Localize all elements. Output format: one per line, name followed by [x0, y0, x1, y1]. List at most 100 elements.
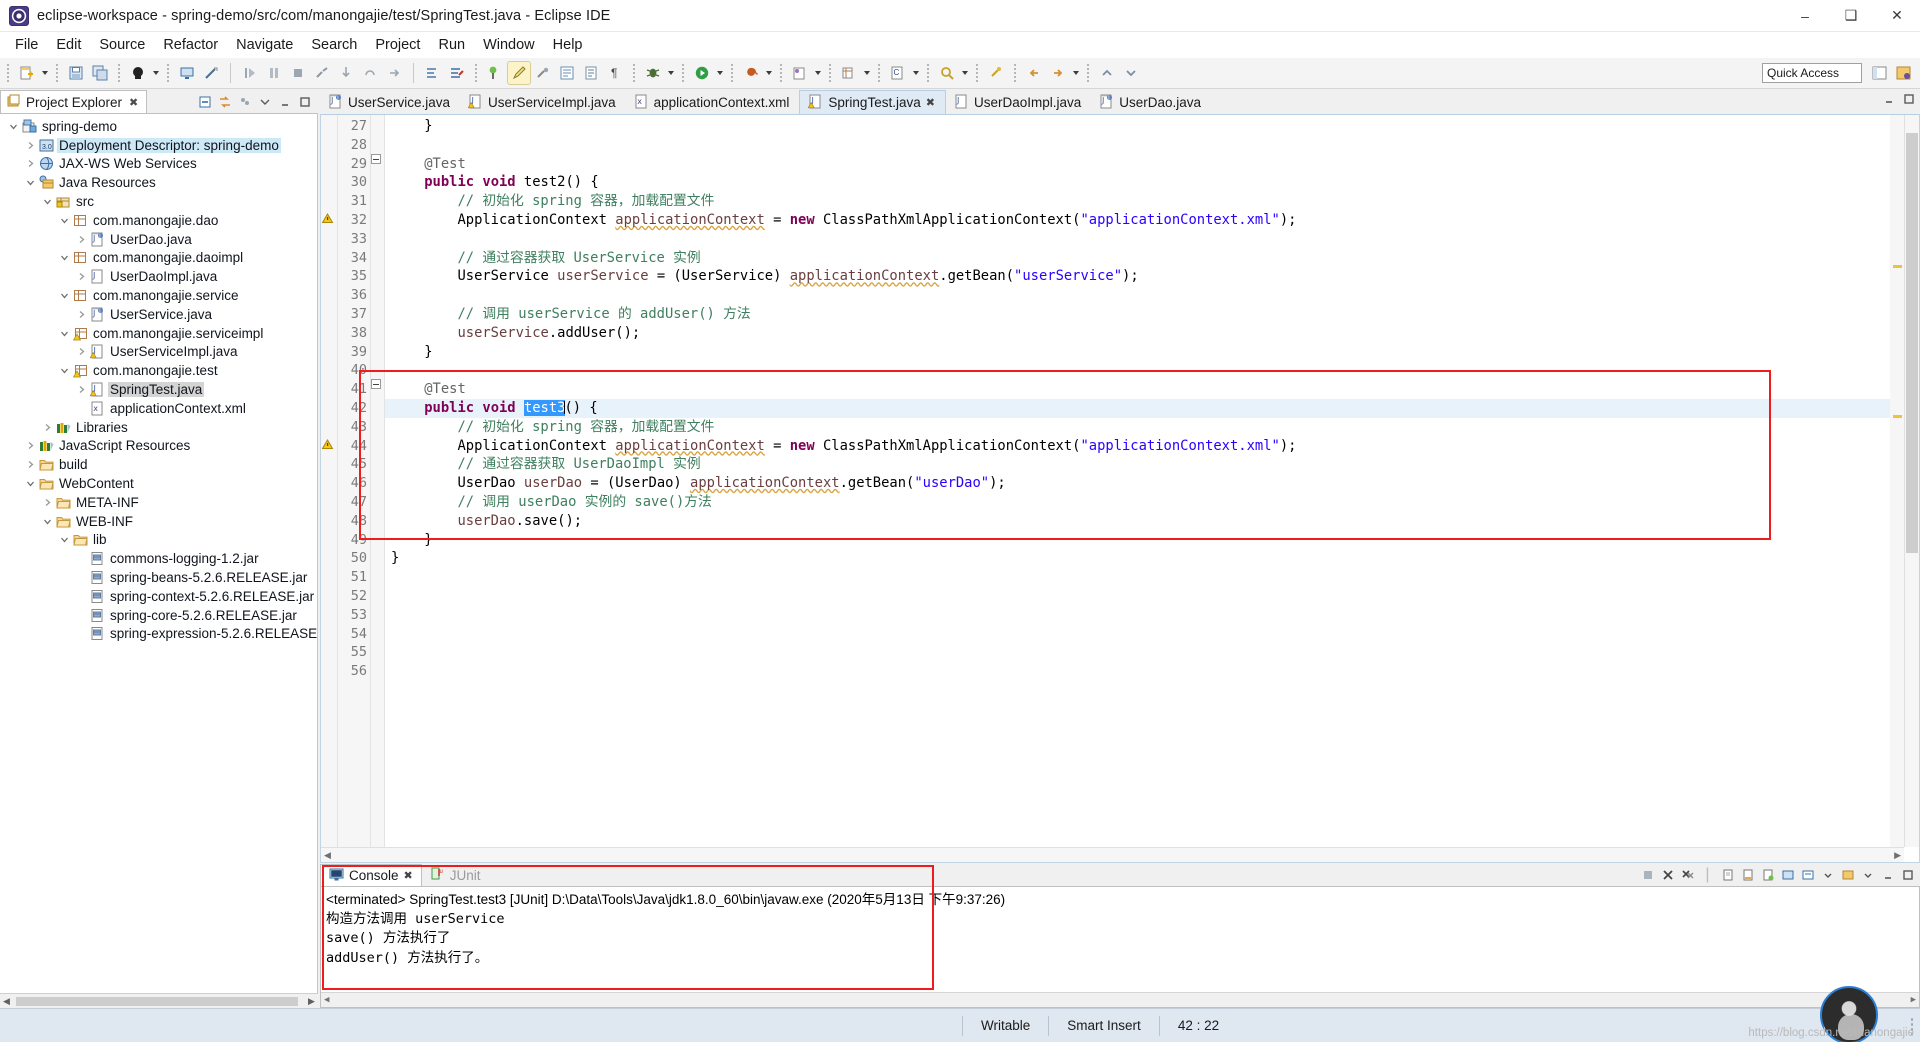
tree-item[interactable]: spring-core-5.2.6.RELEASE.jar: [0, 606, 317, 625]
menu-help[interactable]: Help: [544, 35, 592, 55]
menu-search[interactable]: Search: [302, 35, 366, 55]
code-line[interactable]: }: [385, 549, 1919, 568]
menu-navigate[interactable]: Navigate: [227, 35, 302, 55]
tree-item[interactable]: commons-logging-1.2.jar: [0, 549, 317, 568]
code-line[interactable]: // 初始化 spring 容器，加载配置文件: [385, 418, 1919, 437]
menu-source[interactable]: Source: [90, 35, 154, 55]
code-line[interactable]: }: [385, 343, 1919, 362]
console-horizontal-scrollbar[interactable]: ◀ ▶: [321, 992, 1919, 1007]
tree-item[interactable]: com.manongajie.serviceimpl: [0, 324, 317, 343]
scroll-left-icon[interactable]: ◀: [324, 850, 331, 861]
next-annotation-icon[interactable]: [1096, 62, 1118, 84]
code-line[interactable]: [385, 286, 1919, 305]
menu-run[interactable]: Run: [429, 35, 474, 55]
editor-vscroll-thumb[interactable]: [1906, 133, 1918, 553]
open-declaration-icon[interactable]: [580, 62, 602, 84]
fold-toggle[interactable]: [371, 153, 384, 172]
scroll-right-icon[interactable]: ▶: [305, 996, 318, 1007]
chevron-right-icon[interactable]: [74, 385, 89, 394]
step-over-icon[interactable]: [359, 62, 381, 84]
tree-item[interactable]: com.manongajie.daoimpl: [0, 249, 317, 268]
run-external-tools-icon[interactable]: [740, 62, 762, 84]
tree-item[interactable]: lib: [0, 531, 317, 550]
code-line[interactable]: // 通过容器获取 UserService 实例: [385, 249, 1919, 268]
source-editor[interactable]: 27 28 29 30 31 32 33 34 35 36 37 38 39 40 41 42 43 44 45 46…: [320, 114, 1920, 863]
code-line[interactable]: userService.addUser();: [385, 324, 1919, 343]
new-java-project-icon[interactable]: [789, 62, 811, 84]
tree-item[interactable]: com.manongajie.service: [0, 286, 317, 305]
remove-launch-icon[interactable]: [1659, 866, 1676, 883]
scroll-right-icon[interactable]: ▶: [1894, 850, 1901, 861]
overview-ruler[interactable]: [1890, 115, 1904, 862]
code-line[interactable]: [385, 643, 1919, 662]
code-line[interactable]: userDao.save();: [385, 512, 1919, 531]
step-into-icon[interactable]: [335, 62, 357, 84]
tree-item[interactable]: com.manongajie.dao: [0, 211, 317, 230]
pin-icon[interactable]: [484, 62, 506, 84]
code-line[interactable]: // 调用 userDao 实例的 save()方法: [385, 493, 1919, 512]
code-line[interactable]: [385, 568, 1919, 587]
tree-item[interactable]: J UserDaoImpl.java: [0, 267, 317, 286]
chevron-right-icon[interactable]: [74, 310, 89, 319]
run-dropdown-icon[interactable]: [714, 62, 725, 84]
run-icon[interactable]: [691, 62, 713, 84]
menu-window[interactable]: Window: [474, 35, 544, 55]
new-class-icon[interactable]: C: [887, 62, 909, 84]
new-wizard-icon[interactable]: [16, 62, 38, 84]
tree-item[interactable]: JavaScript Resources: [0, 437, 317, 456]
project-tree[interactable]: spring-demo 3.0 Deployment Descriptor: spr…: [0, 113, 318, 993]
console-dropdown-icon[interactable]: [1819, 866, 1836, 883]
maximize-button[interactable]: ❑: [1828, 0, 1874, 32]
tree-item[interactable]: WEB-INF: [0, 512, 317, 531]
tree-item[interactable]: Libraries: [0, 418, 317, 437]
tree-item[interactable]: spring-beans-5.2.6.RELEASE.jar: [0, 568, 317, 587]
new-java-project-dropdown-icon[interactable]: [812, 62, 823, 84]
open-task-icon[interactable]: [446, 62, 468, 84]
maximize-editor-icon[interactable]: [1902, 92, 1916, 111]
link-with-editor-icon[interactable]: [216, 93, 234, 111]
console-tab[interactable]: u JUnit: [422, 864, 489, 886]
maximize-console-icon[interactable]: [1899, 866, 1916, 883]
code-line[interactable]: UserDao userDao = (UserDao) applicationC…: [385, 474, 1919, 493]
forward-icon[interactable]: [1047, 62, 1069, 84]
new-package-dropdown-icon[interactable]: [861, 62, 872, 84]
editor-tab[interactable]: J SpringTest.java ✖: [799, 90, 946, 114]
console-dropdown2-icon[interactable]: [1859, 866, 1876, 883]
explorer-horizontal-scrollbar[interactable]: ◀ ▶: [0, 993, 318, 1008]
code-line[interactable]: [385, 136, 1919, 155]
new-wizard-dropdown-icon[interactable]: [39, 62, 50, 84]
scroll-lock-icon[interactable]: [1739, 866, 1756, 883]
code-line[interactable]: ApplicationContext applicationContext = …: [385, 437, 1919, 456]
code-line[interactable]: }: [385, 531, 1919, 550]
code-line[interactable]: [385, 606, 1919, 625]
code-line[interactable]: @Test: [385, 155, 1919, 174]
editor-tab[interactable]: J UserDaoImpl.java: [945, 90, 1092, 114]
code-line[interactable]: ApplicationContext applicationContext = …: [385, 211, 1919, 230]
open-type-icon[interactable]: [422, 62, 444, 84]
chevron-right-icon[interactable]: [40, 498, 55, 507]
remove-all-launches-icon[interactable]: [1679, 866, 1696, 883]
chevron-right-icon[interactable]: [40, 423, 55, 432]
chevron-down-icon[interactable]: [6, 122, 21, 131]
console-toggle-icon[interactable]: [176, 62, 198, 84]
menu-edit[interactable]: Edit: [47, 35, 90, 55]
tree-item[interactable]: WebContent: [0, 474, 317, 493]
code-line[interactable]: [385, 361, 1919, 380]
step-return-icon[interactable]: [383, 62, 405, 84]
chevron-right-icon[interactable]: [23, 141, 38, 150]
disconnect-icon[interactable]: [311, 62, 333, 84]
minimize-button[interactable]: –: [1782, 0, 1828, 32]
chevron-right-icon[interactable]: [74, 235, 89, 244]
highlight-pen-icon[interactable]: [507, 61, 531, 85]
quick-fix-dropdown-icon[interactable]: [150, 62, 161, 84]
code-line[interactable]: // 调用 userService 的 addUser() 方法: [385, 305, 1919, 324]
chevron-down-icon[interactable]: [23, 178, 38, 187]
code-line[interactable]: [385, 662, 1919, 681]
minimize-view-icon[interactable]: [276, 93, 294, 111]
editor-marker-bar[interactable]: [321, 115, 338, 862]
tree-item[interactable]: J SpringTest.java: [0, 380, 317, 399]
chevron-right-icon[interactable]: [74, 272, 89, 281]
code-line[interactable]: // 初始化 spring 容器，加载配置文件: [385, 192, 1919, 211]
code-content[interactable]: } @Test public void test2() { // 初始化 spr…: [385, 115, 1919, 862]
new-package-icon[interactable]: [838, 62, 860, 84]
